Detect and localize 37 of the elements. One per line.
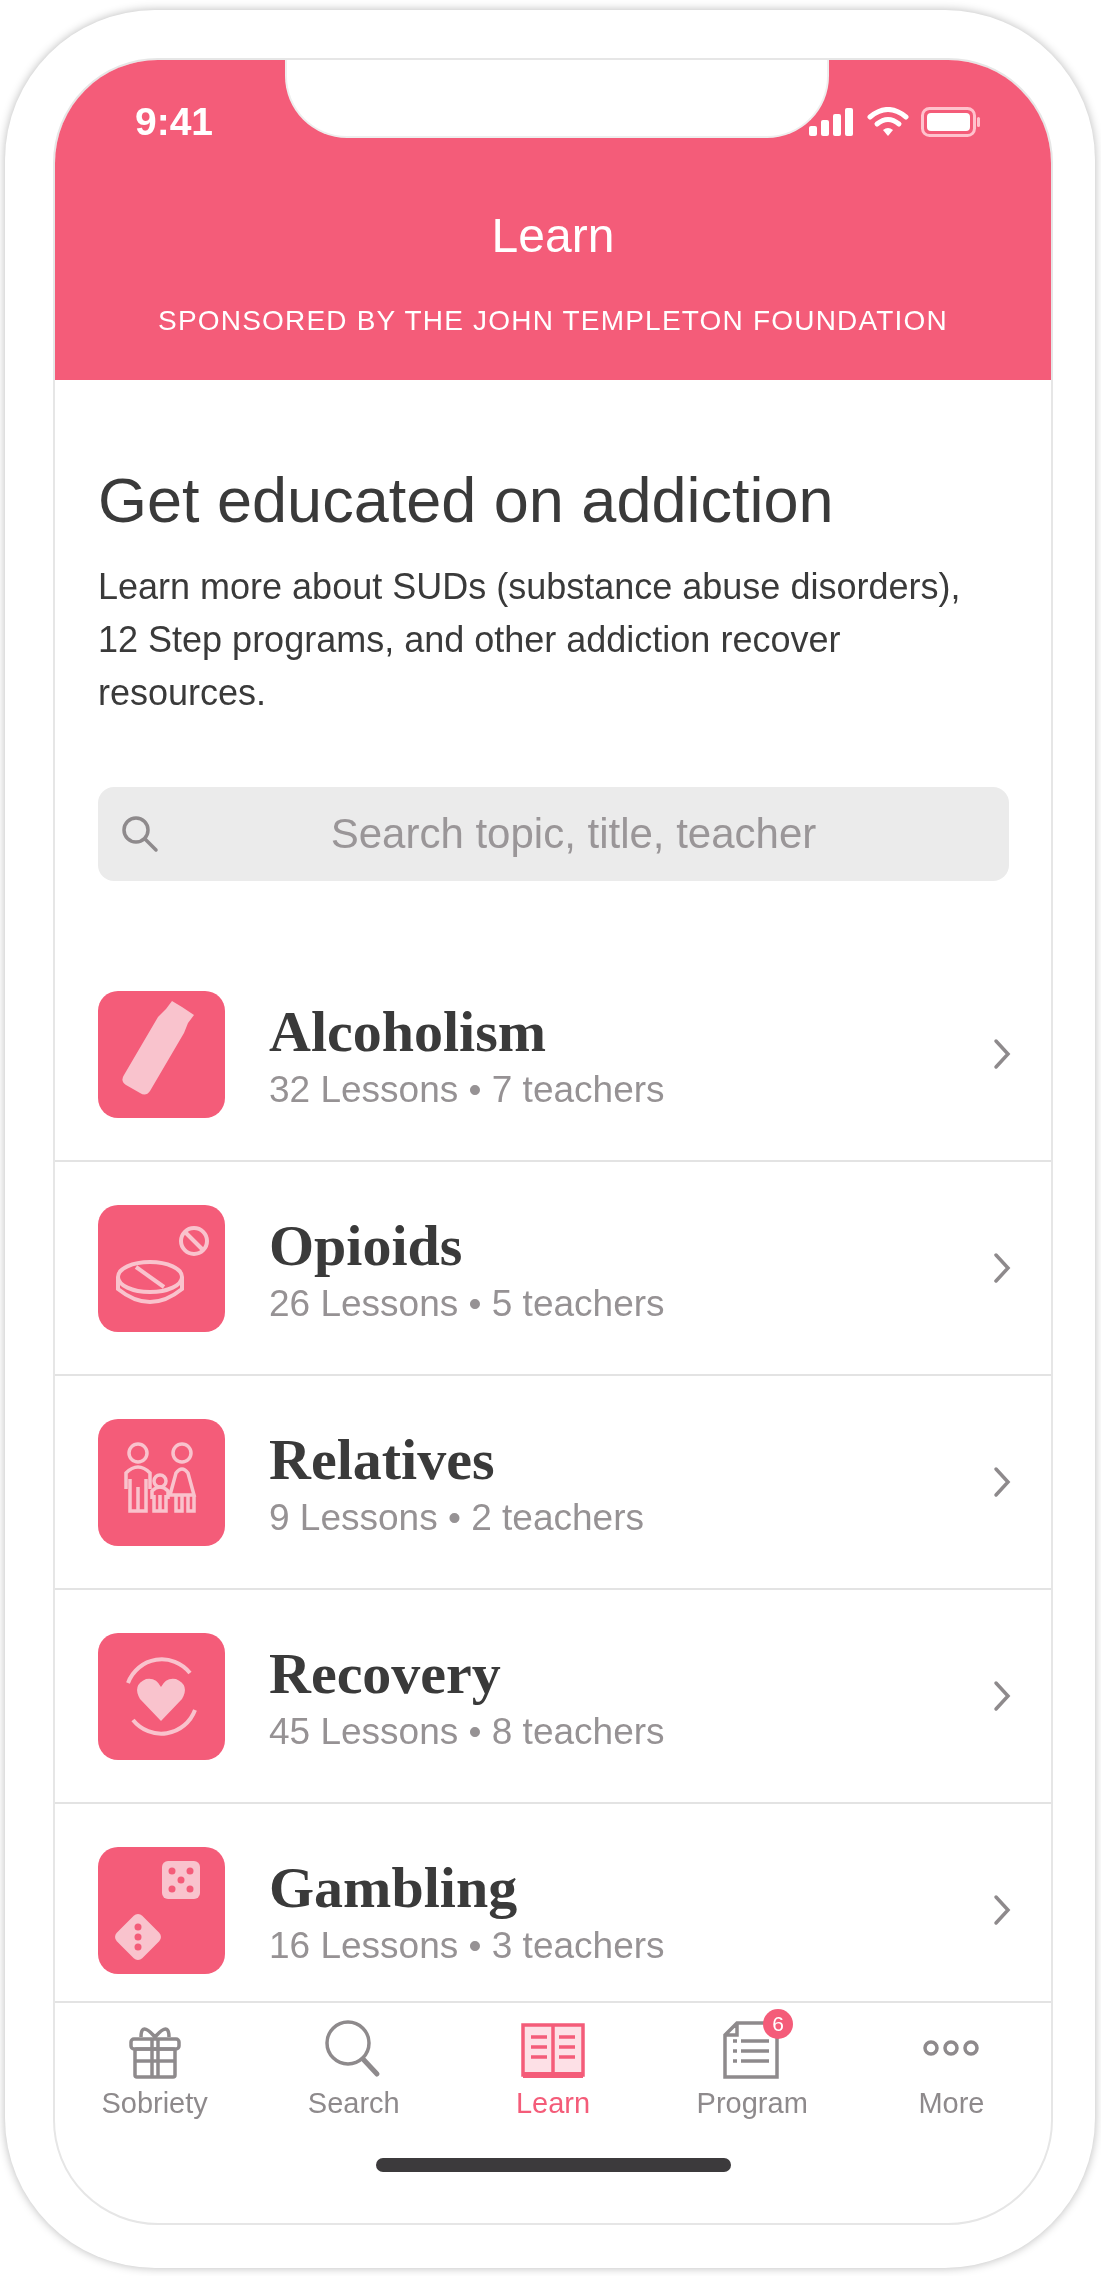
- topic-subtitle: 45 Lessons • 8 teachers: [269, 1710, 666, 1753]
- topic-row[interactable]: Recovery 45 Lessons • 8 teachers: [55, 1590, 1051, 1804]
- ellipsis-icon: [923, 2040, 980, 2056]
- search-icon: [120, 814, 160, 854]
- chevron-icon: [993, 1038, 1011, 1070]
- chevron-icon: [993, 1680, 1011, 1712]
- topic-row[interactable]: Alcoholism 32 Lessons • 7 teachers: [55, 948, 1051, 1162]
- intro-text: Learn more about SUDs (substance abuse disorders), 12 Step programs, and other addiction recover resources.: [98, 565, 962, 715]
- topic-title: Gambling: [269, 1853, 519, 1921]
- topic-subtitle: 32 Lessons • 7 teachers: [269, 1068, 666, 1111]
- topic-row[interactable]: Gambling 16 Lessons • 3 teachers: [55, 1804, 1051, 2001]
- sponsor-text: SPONSORED BY THE JOHN TEMPLETON FOUNDATION: [158, 305, 948, 337]
- topic-row[interactable]: Relatives 9 Lessons • 2 teachers: [55, 1376, 1051, 1590]
- topic-subtitle: 9 Lessons • 2 teachers: [269, 1496, 645, 1539]
- topic-row[interactable]: Opioids 26 Lessons • 5 teachers: [55, 1162, 1051, 1376]
- topic-title: Opioids: [269, 1211, 464, 1279]
- bottle-icon: [98, 990, 225, 1118]
- section-heading: Get educated on addiction: [98, 464, 835, 536]
- chevron-icon: [993, 1466, 1011, 1498]
- topic-title: Relatives: [269, 1425, 496, 1493]
- signal-icon: [809, 108, 855, 136]
- chevron-icon: [993, 1252, 1011, 1284]
- dice-icon: [98, 1846, 225, 1974]
- battery-icon: [921, 107, 981, 137]
- family-icon: [98, 1418, 225, 1546]
- wifi-icon: [867, 107, 909, 137]
- screen-title: Learn: [491, 208, 615, 263]
- topic-subtitle: 26 Lessons • 5 teachers: [269, 1282, 666, 1325]
- pill-icon: [98, 1204, 225, 1332]
- chevron-icon: [993, 1894, 1011, 1926]
- topic-subtitle: 16 Lessons • 3 teachers: [269, 1924, 666, 1967]
- notification-badge: 6: [763, 2009, 794, 2039]
- topic-title: Alcoholism: [269, 997, 548, 1065]
- topic-title: Recovery: [269, 1639, 502, 1707]
- search-field[interactable]: Search topic, title, teacher: [98, 787, 1009, 881]
- status-time: 9:41: [135, 100, 214, 144]
- heart-cycle-icon: [98, 1632, 225, 1760]
